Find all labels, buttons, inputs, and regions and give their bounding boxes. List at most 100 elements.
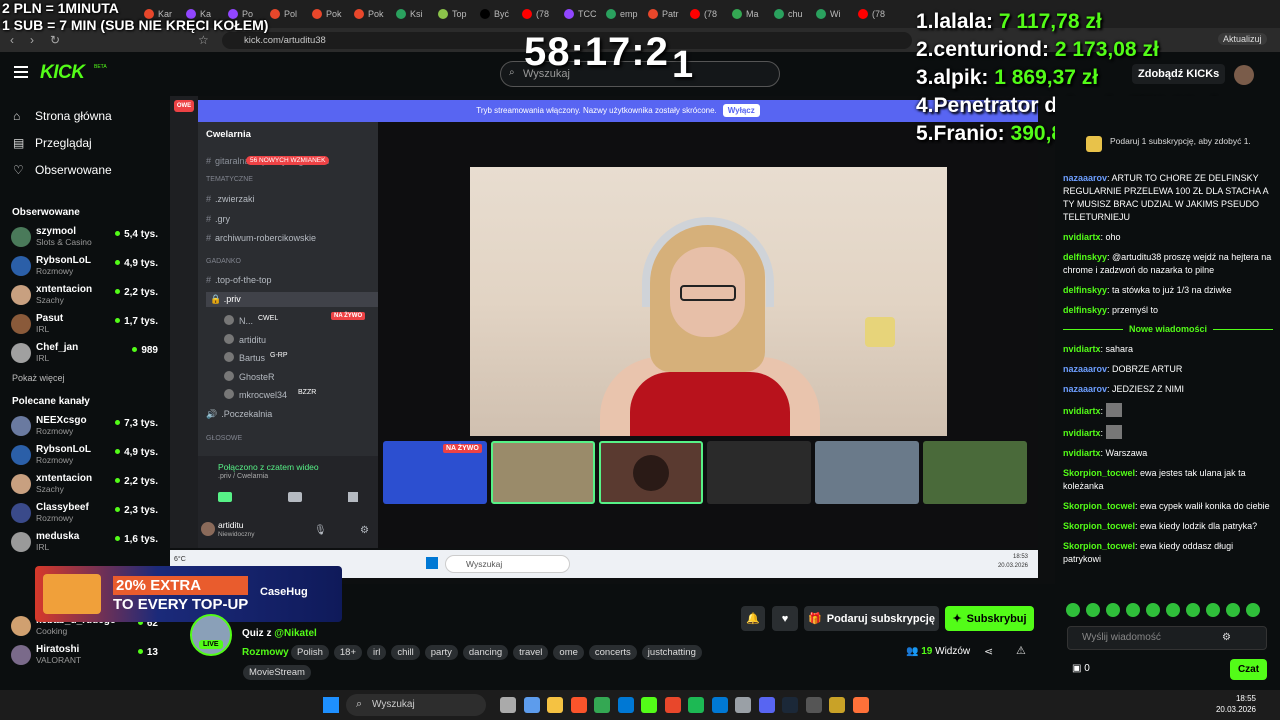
sidebar-channel[interactable]: szymool Slots & Casino 5,4 tys. — [0, 222, 170, 251]
taskbar-search-input[interactable]: Wyszukaj — [346, 694, 486, 716]
server-name[interactable]: Cwelarnia — [206, 129, 251, 140]
browser-tab[interactable]: TCC — [560, 3, 600, 25]
taskbar-app-icon[interactable] — [688, 697, 704, 713]
voice-user[interactable]: N... — [224, 315, 253, 326]
mentions-badge[interactable]: 56 NOWYCH WZMIANEK — [246, 156, 330, 165]
forward-icon[interactable]: › — [30, 33, 34, 47]
taskbar-app-icon[interactable] — [547, 697, 563, 713]
report-icon[interactable]: ⚠ — [1016, 644, 1026, 657]
sidebar-channel[interactable]: Chef_jan IRL 989 — [0, 338, 170, 367]
channel-item[interactable]: # .zwierzaki — [206, 194, 255, 204]
taskbar-app-icon[interactable] — [782, 697, 798, 713]
mic-icon[interactable]: 🎙 — [314, 525, 327, 536]
nav-item[interactable]: ▤ Przeglądaj — [0, 129, 170, 156]
chat-username[interactable]: nazaaarov — [1063, 173, 1107, 183]
browser-tab[interactable]: chu — [770, 3, 810, 25]
settings-icon[interactable]: ⚙ — [360, 525, 369, 536]
show-more-link[interactable]: Pokaż więcej — [0, 367, 170, 389]
gift-sub-button[interactable]: 🎁 Podaruj subskrypcję — [804, 606, 939, 631]
user-avatar[interactable] — [1234, 65, 1254, 85]
channel-item[interactable]: # archiwum-robercikowskie — [206, 233, 316, 243]
update-button[interactable]: Aktualizuj — [1218, 33, 1267, 45]
voice-user[interactable]: mkrocwel34 — [224, 389, 287, 400]
sidebar-channel[interactable]: Classybeef Rozmowy 2,3 tys. — [0, 498, 170, 527]
chat-username[interactable]: Skorpion_tocwel — [1063, 541, 1135, 551]
kick-logo[interactable]: KICK — [40, 62, 85, 84]
windows-icon[interactable] — [426, 557, 438, 569]
inner-search-input[interactable]: Wyszukaj — [445, 555, 570, 573]
chat-username[interactable]: nvidiartx — [1063, 232, 1101, 242]
chat-username[interactable]: nazaaarov — [1063, 364, 1107, 374]
emote-icon[interactable] — [1206, 603, 1220, 617]
taskbar-app-icon[interactable] — [829, 697, 845, 713]
stream-category[interactable]: Rozmowy — [242, 646, 289, 660]
emote-icon[interactable] — [1146, 603, 1160, 617]
send-chat-button[interactable]: Czat — [1230, 659, 1267, 680]
emote-icon[interactable] — [1086, 603, 1100, 617]
screen-share-icon[interactable] — [288, 492, 302, 502]
sidebar-channel[interactable]: RybsonLoL Rozmowy 4,9 tys. — [0, 440, 170, 469]
category-label[interactable]: GŁOSOWE — [206, 435, 242, 442]
sidebar-channel[interactable]: NEEXcsgo Rozmowy 7,3 tys. — [0, 411, 170, 440]
chat-input[interactable]: Wyślij wiadomość — [1067, 626, 1267, 650]
taskbar-app-icon[interactable] — [594, 697, 610, 713]
kicks-balance[interactable]: ▣ 0 — [1072, 663, 1090, 674]
start-icon[interactable] — [323, 697, 339, 713]
browser-tab[interactable]: Ma — [728, 3, 768, 25]
chat-username[interactable]: nvidiartx — [1063, 406, 1101, 416]
chat-username[interactable]: delfinskyy — [1063, 252, 1107, 262]
chat-username[interactable]: nvidiartx — [1063, 448, 1101, 458]
sidebar-channel[interactable]: RybsonLoL Rozmowy 4,9 tys. — [0, 251, 170, 280]
chat-username[interactable]: Skorpion_tocwel — [1063, 521, 1135, 531]
casehug-ad[interactable]: 20% EXTRA TO EVERY TOP-UP CaseHug — [35, 566, 342, 622]
emote-icon[interactable] — [1186, 603, 1200, 617]
thumbnail-cam[interactable] — [815, 441, 919, 504]
activities-icon[interactable] — [348, 492, 358, 502]
taskbar-app-icon[interactable] — [852, 697, 869, 713]
share-icon[interactable]: ⋖ — [984, 645, 993, 658]
chat-username[interactable]: delfinskyy — [1063, 285, 1107, 295]
sidebar-channel[interactable]: xntentacion Szachy 2,2 tys. — [0, 280, 170, 309]
browser-tab[interactable]: Pol — [266, 3, 306, 25]
emote-icon[interactable] — [1066, 603, 1080, 617]
emote-icon[interactable] — [1106, 603, 1120, 617]
stream-tag[interactable]: party — [424, 645, 458, 660]
notification-bell-button[interactable]: 🔔 — [741, 606, 765, 631]
subscribe-button[interactable]: ✦ Subskrybuj — [945, 606, 1034, 631]
taskbar-app-icon[interactable] — [664, 697, 681, 713]
taskbar-app-icon[interactable] — [500, 697, 516, 713]
camera-icon[interactable] — [218, 492, 232, 502]
stream-tag[interactable]: concerts — [588, 645, 637, 660]
thumbnail-cam[interactable] — [923, 441, 1027, 504]
voice-channel-active[interactable]: 🔒 .priv — [206, 292, 378, 307]
emote-icon[interactable] — [1166, 603, 1180, 617]
mention-link[interactable]: @Nikatel — [274, 628, 317, 639]
reload-icon[interactable]: ↻ — [50, 33, 60, 47]
taskbar-app-icon[interactable] — [735, 697, 751, 713]
chat-username[interactable]: delfinskyy — [1063, 305, 1107, 315]
taskbar-app-icon[interactable] — [805, 697, 822, 713]
disable-streaming-button[interactable]: Wyłącz — [722, 104, 760, 117]
taskbar-app-icon[interactable] — [711, 697, 728, 713]
browser-tab[interactable]: Patr — [644, 3, 684, 25]
emote-icon[interactable] — [1126, 603, 1140, 617]
stream-tag[interactable]: MovieStream — [243, 665, 311, 680]
stream-tag[interactable]: irl — [367, 645, 387, 660]
taskbar-app-icon[interactable] — [570, 697, 587, 713]
chat-username[interactable]: nvidiartx — [1063, 344, 1101, 354]
browser-tab[interactable]: Pok — [350, 3, 390, 25]
browser-tab[interactable]: Pok — [308, 3, 348, 25]
stream-tag[interactable]: chill — [391, 645, 420, 660]
thumbnail-cam[interactable] — [707, 441, 811, 504]
browser-tab[interactable]: (78 — [518, 3, 558, 25]
stream-tag[interactable]: Polish — [291, 645, 329, 660]
taskbar-app-icon[interactable] — [758, 697, 775, 713]
nav-item[interactable]: ⌂ Strona główna — [0, 102, 170, 129]
browser-tab[interactable]: Ksi — [392, 3, 432, 25]
chat-username[interactable]: nvidiartx — [1063, 428, 1101, 438]
stream-tag[interactable]: 18+ — [333, 645, 362, 660]
chat-username[interactable]: nazaaarov — [1063, 384, 1107, 394]
sidebar-channel[interactable]: meduska IRL 1,6 tys. — [0, 527, 170, 556]
chat-username[interactable]: Skorpion_tocwel — [1063, 468, 1135, 478]
stream-tag[interactable]: dancing — [462, 645, 509, 660]
